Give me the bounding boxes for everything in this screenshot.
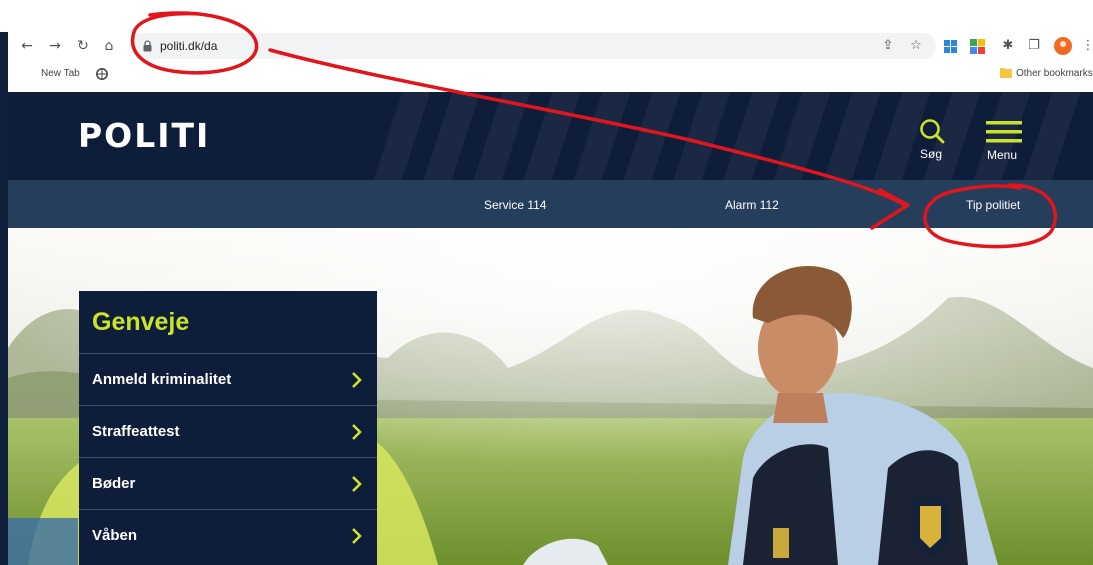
- shortcut-vaaben[interactable]: Våben: [79, 509, 377, 561]
- search-icon: [920, 119, 945, 144]
- politi-logo[interactable]: POLITI: [78, 116, 210, 156]
- bookmarks-bar: [0, 62, 1093, 142]
- chevron-right-icon: [352, 528, 362, 544]
- lock-icon: [143, 40, 152, 52]
- share-icon[interactable]: ⇪: [880, 38, 896, 54]
- chevron-right-icon: [352, 424, 362, 440]
- shortcut-label: Bøder: [92, 475, 136, 492]
- shortcuts-title: Genveje: [92, 308, 190, 336]
- window-edge: [0, 32, 8, 565]
- extension-colored-icon[interactable]: [970, 39, 985, 54]
- menu-label: Menu: [987, 148, 1018, 162]
- service-link-alarm-112[interactable]: Alarm 112: [725, 198, 779, 212]
- shortcut-anmeld-kriminalitet[interactable]: Anmeld kriminalitet: [79, 353, 377, 405]
- menu-button[interactable]: Menu: [982, 118, 1028, 166]
- extensions-puzzle-icon[interactable]: ✱: [1000, 38, 1016, 54]
- folder-icon: [1000, 68, 1012, 78]
- shortcut-label: Våben: [92, 527, 138, 544]
- bookmark-star-icon[interactable]: ☆: [908, 38, 924, 54]
- home-icon[interactable]: ⌂: [100, 38, 118, 54]
- service-link-tip-politiet[interactable]: Tip politiet: [966, 198, 1020, 212]
- browser-menu-icon[interactable]: ⋮: [1080, 38, 1093, 54]
- windows-extension-icon[interactable]: [944, 40, 957, 53]
- reload-icon[interactable]: ↻: [74, 38, 92, 54]
- address-bar[interactable]: [130, 33, 936, 59]
- side-panel-icon[interactable]: ❐: [1026, 38, 1042, 54]
- chevron-right-icon: [352, 476, 362, 492]
- shortcut-label: Anmeld kriminalitet: [92, 371, 232, 388]
- shortcut-boeder[interactable]: Bøder: [79, 457, 377, 509]
- search-label: Søg: [920, 147, 943, 161]
- service-link-service-114[interactable]: Service 114: [484, 198, 546, 212]
- chevron-right-icon: [352, 372, 362, 388]
- globe-icon[interactable]: [96, 68, 108, 80]
- shortcut-straffeattest[interactable]: Straffeattest: [79, 405, 377, 457]
- shortcut-label: Straffeattest: [92, 423, 180, 440]
- bookmark-new-tab[interactable]: New Tab: [41, 67, 80, 81]
- url-text[interactable]: politi.dk/da: [160, 38, 217, 54]
- service-bar: [8, 180, 1093, 228]
- hamburger-icon: [986, 121, 1022, 143]
- forward-icon[interactable]: →: [46, 38, 64, 54]
- browser-chrome: ← → ↻ ⌂ politi.dk/da ⇪ ☆ ✱ ❐ ⋮ New Tab O…: [0, 0, 1093, 142]
- back-icon[interactable]: ←: [18, 38, 36, 54]
- profile-avatar-icon[interactable]: [1054, 37, 1072, 55]
- search-button[interactable]: Søg: [912, 116, 952, 166]
- bookmark-other-bookmarks[interactable]: Other bookmarks: [1016, 67, 1093, 81]
